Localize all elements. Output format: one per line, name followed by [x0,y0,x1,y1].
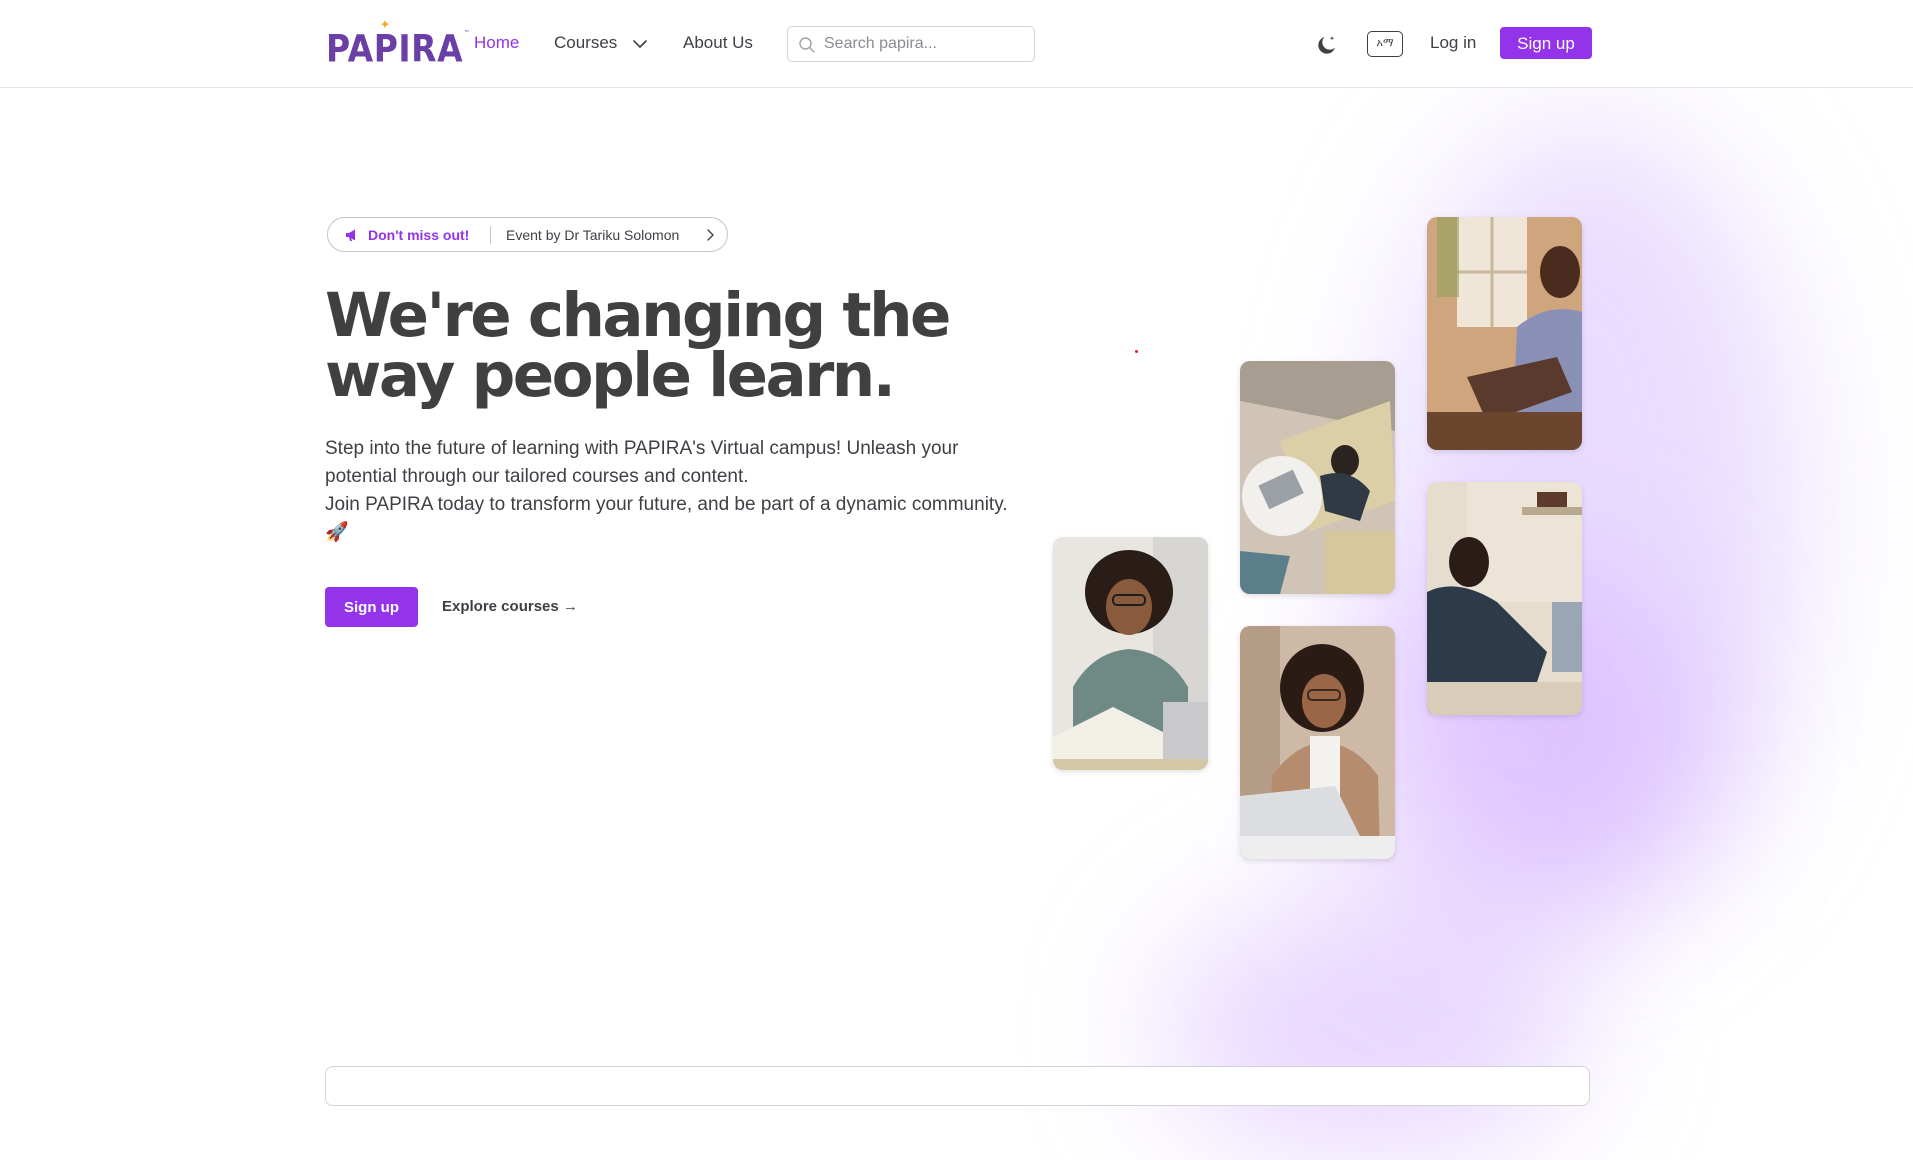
nav-courses-link[interactable]: Courses [554,33,617,53]
signup-button-hero[interactable]: Sign up [325,587,418,627]
student-photo-reading [1053,537,1208,770]
announcement-highlight: Don't miss out! [368,227,470,243]
search-box[interactable] [787,26,1035,62]
papira-logo[interactable]: PAPIRA ✦ ™ [326,17,470,72]
hero-description-line-2: Join PAPIRA today to transform your futu… [325,494,1008,515]
search-icon [799,37,815,53]
nav-home-link[interactable]: Home [474,33,519,53]
moon-icon[interactable] [1315,33,1339,57]
announcement-pill[interactable]: Don't miss out! Event by Dr Tariku Solom… [327,217,728,252]
signup-button-header[interactable]: Sign up [1500,27,1592,59]
top-navbar: PAPIRA ✦ ™ Home Courses About Us አማ Log … [0,0,1913,88]
student-photo-smiling [1240,626,1395,859]
megaphone-icon [346,229,355,241]
student-photo-computer [1427,482,1582,715]
hero-description: Step into the future of learning with PA… [325,435,1025,547]
explore-courses-link[interactable]: Explore courses → [442,598,578,615]
rocket-icon: 🚀 [325,522,349,543]
logo-trademark: ™ [463,29,471,38]
student-photo-writing [1427,217,1582,450]
announcement-event-text: Event by Dr Tariku Solomon [506,227,680,243]
content-card [325,1066,1590,1106]
pill-divider [490,226,491,244]
search-input[interactable] [822,33,1027,55]
hero-description-line-1: Step into the future of learning with PA… [325,438,959,487]
hero-title: We're changing the way people learn. [325,280,951,411]
login-link[interactable]: Log in [1430,33,1476,53]
decorative-dot [1135,350,1138,353]
student-photo-laptop-overhead [1240,361,1395,594]
chevron-down-icon[interactable] [632,36,648,52]
nav-about-link[interactable]: About Us [683,33,753,53]
language-toggle[interactable]: አማ [1367,31,1403,57]
chevron-right-icon [707,229,714,241]
background-glow [1160,900,1580,1160]
logo-spark-icon: ✦ [380,16,391,33]
